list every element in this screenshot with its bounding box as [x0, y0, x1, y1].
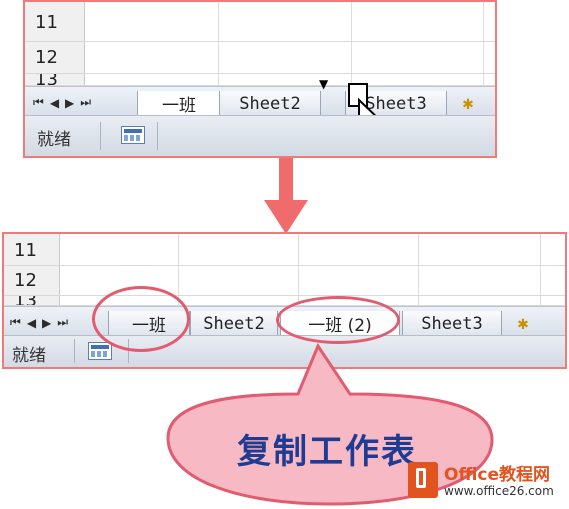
normal-view-icon[interactable] — [121, 126, 145, 144]
first-sheet-icon[interactable]: ⏮ — [10, 315, 21, 330]
office-logo-icon — [408, 462, 438, 498]
status-divider — [100, 122, 101, 150]
column-divider — [483, 2, 484, 86]
row-12[interactable]: 12 — [25, 42, 495, 74]
status-divider — [74, 339, 75, 363]
column-divider — [351, 2, 352, 86]
status-bar: 就绪 — [25, 115, 495, 156]
normal-view-icon[interactable] — [88, 342, 112, 360]
status-divider — [157, 122, 158, 150]
tab-sheet2[interactable]: Sheet2 — [219, 91, 321, 117]
row-11[interactable]: 11 — [25, 2, 495, 42]
tab-yiban[interactable]: 一班 — [137, 91, 221, 117]
highlight-copied-tab — [276, 296, 400, 344]
down-arrow-icon — [264, 158, 308, 234]
status-ready: 就绪 — [37, 130, 71, 150]
row-header[interactable]: 13 — [4, 296, 60, 305]
insert-sheet-icon[interactable]: ✱ — [512, 317, 534, 335]
tab-sheet3[interactable]: Sheet3 — [402, 311, 502, 337]
top-sheet-grid: 11 12 13 — [25, 2, 495, 86]
status-ready: 就绪 — [12, 346, 46, 366]
drop-marker-icon: ▼ — [319, 77, 329, 91]
row-header[interactable]: 11 — [25, 2, 85, 41]
next-sheet-icon[interactable]: ▶ — [65, 96, 74, 110]
column-divider — [418, 234, 419, 306]
sheet-nav: ⏮ ◀ ▶ ⏭ — [10, 315, 68, 330]
row-12[interactable]: 12 — [4, 266, 565, 296]
logo-title: Office教程网 — [444, 465, 551, 485]
column-divider — [540, 234, 541, 306]
prev-sheet-icon[interactable]: ◀ — [50, 96, 59, 110]
sheet-nav: ⏮ ◀ ▶ ⏭ — [33, 95, 91, 110]
row-header[interactable]: 12 — [4, 266, 60, 295]
tab-sheet2[interactable]: Sheet2 — [190, 311, 278, 337]
column-divider — [178, 234, 179, 306]
last-sheet-icon[interactable]: ⏭ — [57, 315, 68, 330]
row-header[interactable]: 11 — [4, 234, 60, 265]
office26-logo: Office教程网 www.office26.com — [408, 460, 568, 508]
column-divider — [298, 234, 299, 306]
row-13[interactable]: 13 — [4, 296, 565, 306]
prev-sheet-icon[interactable]: ◀ — [27, 316, 36, 330]
insert-sheet-icon[interactable]: ✱ — [457, 97, 479, 115]
bottom-sheet-grid: 11 12 13 — [4, 234, 565, 306]
row-header[interactable]: 12 — [25, 42, 85, 73]
row-13[interactable]: 13 — [25, 74, 495, 86]
next-sheet-icon[interactable]: ▶ — [42, 316, 51, 330]
top-excel-panel: 11 12 13 ⏮ ◀ ▶ ⏭ 一班 Sheet2 Sheet3 ✱ ▼ 就绪 — [23, 0, 497, 158]
first-sheet-icon[interactable]: ⏮ — [33, 95, 44, 110]
logo-url: www.office26.com — [444, 484, 554, 498]
last-sheet-icon[interactable]: ⏭ — [80, 95, 91, 110]
column-divider — [218, 2, 219, 86]
row-header[interactable]: 13 — [25, 74, 85, 85]
sheet-tab-bar: ⏮ ◀ ▶ ⏭ 一班 Sheet2 Sheet3 ✱ ▼ — [25, 77, 495, 117]
row-11[interactable]: 11 — [4, 234, 565, 266]
